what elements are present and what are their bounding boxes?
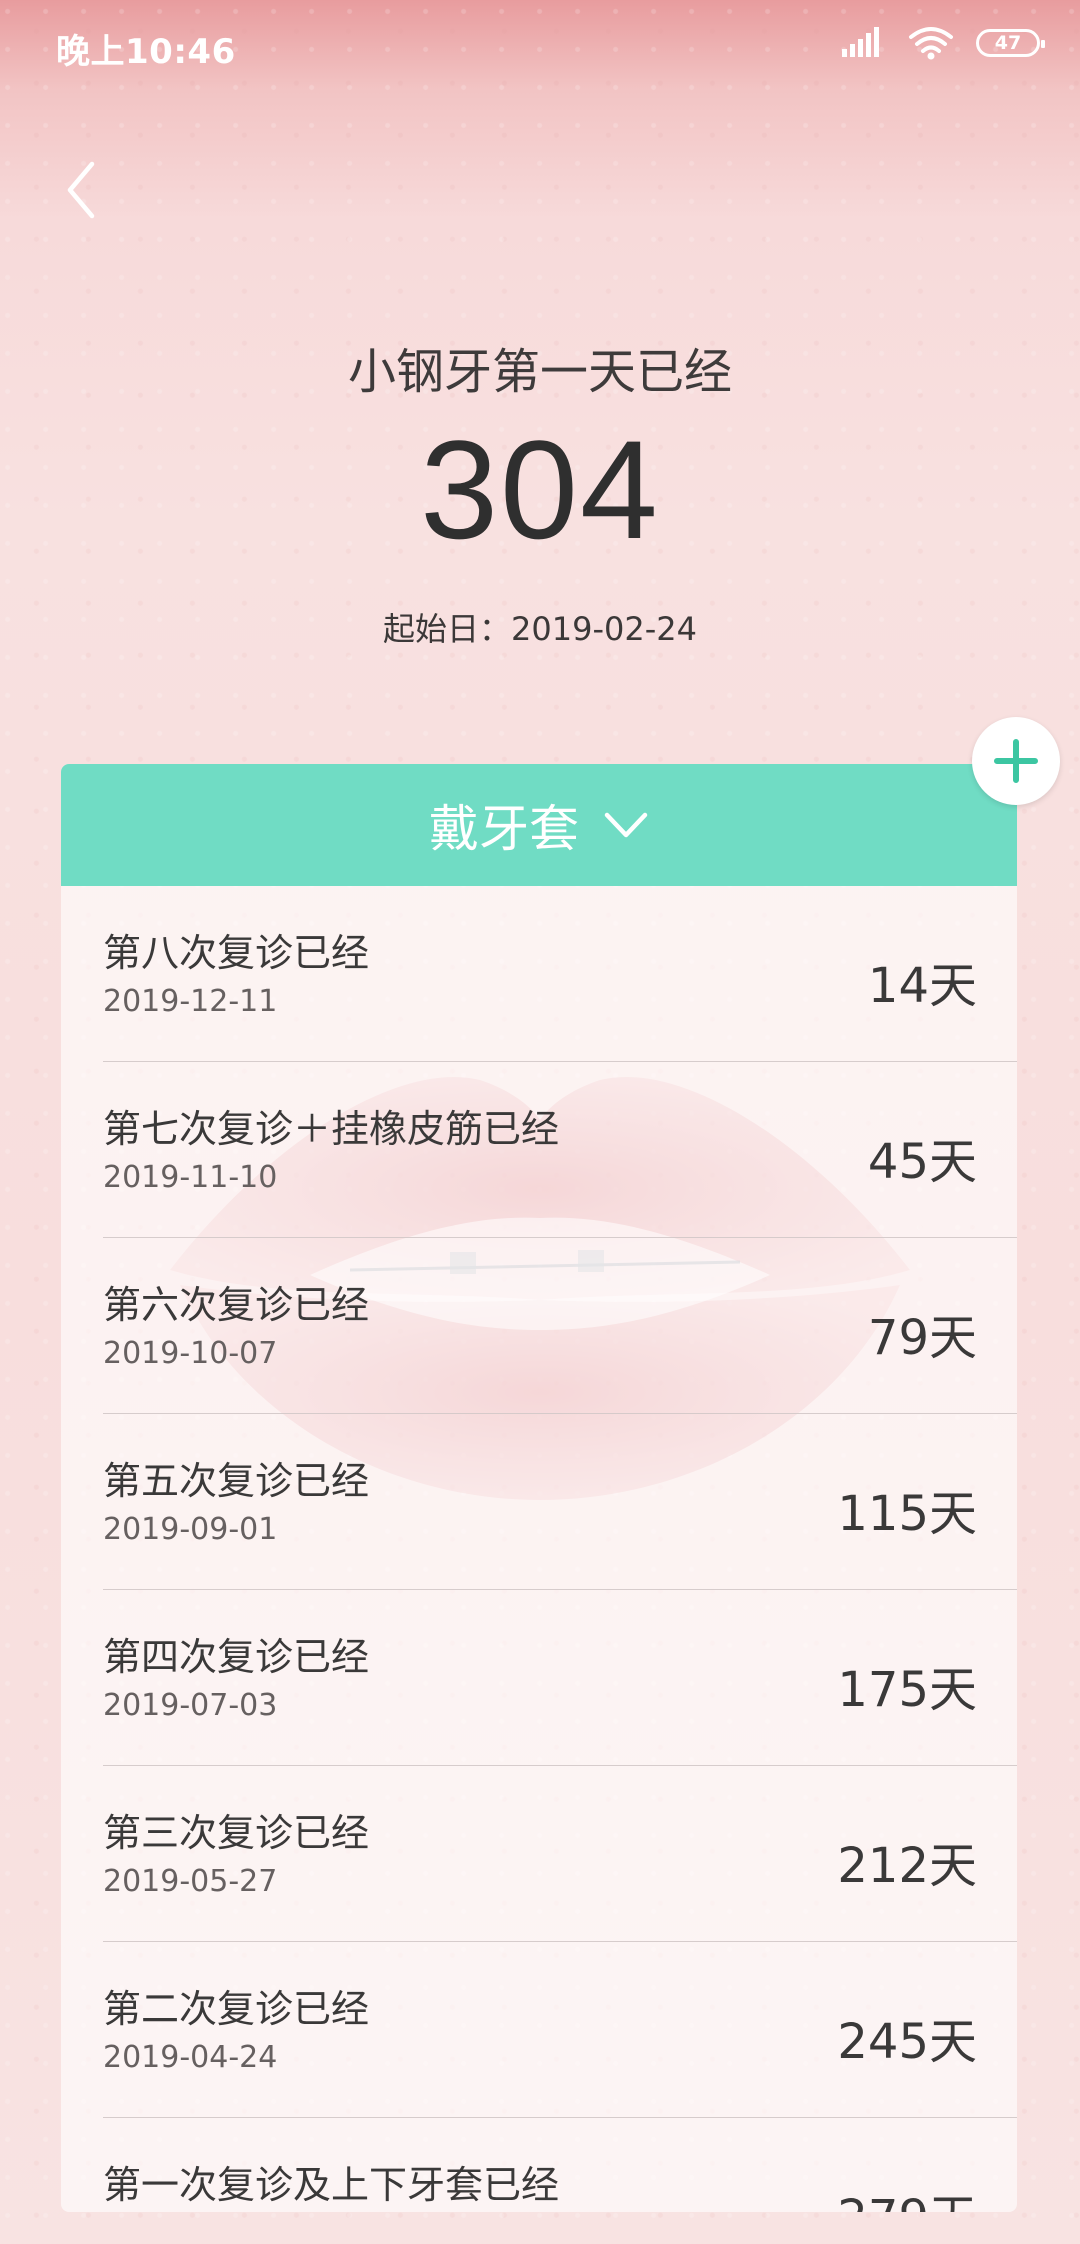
record-days: 115天 — [837, 1486, 977, 1542]
record-days: 14天 — [867, 958, 977, 1014]
plus-icon — [994, 739, 1038, 783]
list-item[interactable]: 第四次复诊已经 2019-07-03 175天 — [103, 1590, 1017, 1766]
status-bar: 晚上10:46 47 — [0, 0, 1080, 92]
wifi-icon — [909, 27, 953, 60]
record-date: 2019-10-07 — [103, 1336, 278, 1371]
record-title: 第六次复诊已经 — [103, 1283, 370, 1327]
record-days: 212天 — [837, 1838, 977, 1894]
chevron-left-icon — [67, 161, 95, 219]
day-count: 304 — [420, 411, 660, 568]
battery-icon: 47 — [976, 29, 1045, 57]
records-list: 第八次复诊已经 2019-12-11 14天 第七次复诊＋挂橡皮筋已经 2019… — [61, 886, 1017, 2212]
record-days: 245天 — [837, 2014, 977, 2070]
record-date: 2019-11-10 — [103, 1160, 278, 1195]
status-icons: 47 — [842, 26, 1045, 60]
record-days: 279天 — [837, 2178, 977, 2212]
record-days: 45天 — [867, 1134, 977, 1190]
record-date: 2019-07-03 — [103, 1688, 278, 1723]
list-item[interactable]: 第一次复诊及上下牙套已经 279天 — [103, 2118, 1017, 2212]
list-item[interactable]: 第七次复诊＋挂橡皮筋已经 2019-11-10 45天 — [103, 1062, 1017, 1238]
back-button[interactable] — [52, 150, 112, 230]
list-item[interactable]: 第六次复诊已经 2019-10-07 79天 — [103, 1238, 1017, 1414]
record-days: 79天 — [867, 1310, 977, 1366]
record-date: 2019-12-11 — [103, 984, 278, 1019]
signal-icon — [842, 27, 879, 57]
status-time: 晚上10:46 — [56, 32, 236, 72]
list-item[interactable]: 第二次复诊已经 2019-04-24 245天 — [103, 1942, 1017, 2118]
category-dropdown[interactable]: 戴牙套 — [61, 764, 1017, 886]
record-date: 2019-04-24 — [103, 2040, 278, 2075]
start-date: 起始日：2019-02-24 — [383, 610, 697, 648]
record-title: 第八次复诊已经 — [103, 931, 370, 975]
record-title: 第三次复诊已经 — [103, 1811, 370, 1855]
record-title: 第五次复诊已经 — [103, 1459, 370, 1503]
record-title: 第二次复诊已经 — [103, 1987, 370, 2031]
record-title: 第一次复诊及上下牙套已经 — [103, 2163, 560, 2207]
add-record-button[interactable] — [972, 717, 1060, 805]
records-card: 戴牙套 第八次复诊已经 2019-12-11 14天 第七次复诊＋挂橡皮筋已经 … — [61, 764, 1017, 2212]
record-date: 2019-09-01 — [103, 1512, 278, 1547]
chevron-down-icon — [604, 812, 648, 838]
record-title: 第四次复诊已经 — [103, 1635, 370, 1679]
list-item[interactable]: 第五次复诊已经 2019-09-01 115天 — [103, 1414, 1017, 1590]
list-item[interactable]: 第三次复诊已经 2019-05-27 212天 — [103, 1766, 1017, 1942]
battery-level: 47 — [994, 32, 1022, 54]
category-label: 戴牙套 — [429, 800, 579, 858]
record-title: 第七次复诊＋挂橡皮筋已经 — [103, 1107, 560, 1151]
record-days: 175天 — [837, 1662, 977, 1718]
list-item[interactable]: 第八次复诊已经 2019-12-11 14天 — [103, 886, 1017, 1062]
record-date: 2019-05-27 — [103, 1864, 278, 1899]
page-title: 小钢牙第一天已经 — [347, 344, 732, 400]
